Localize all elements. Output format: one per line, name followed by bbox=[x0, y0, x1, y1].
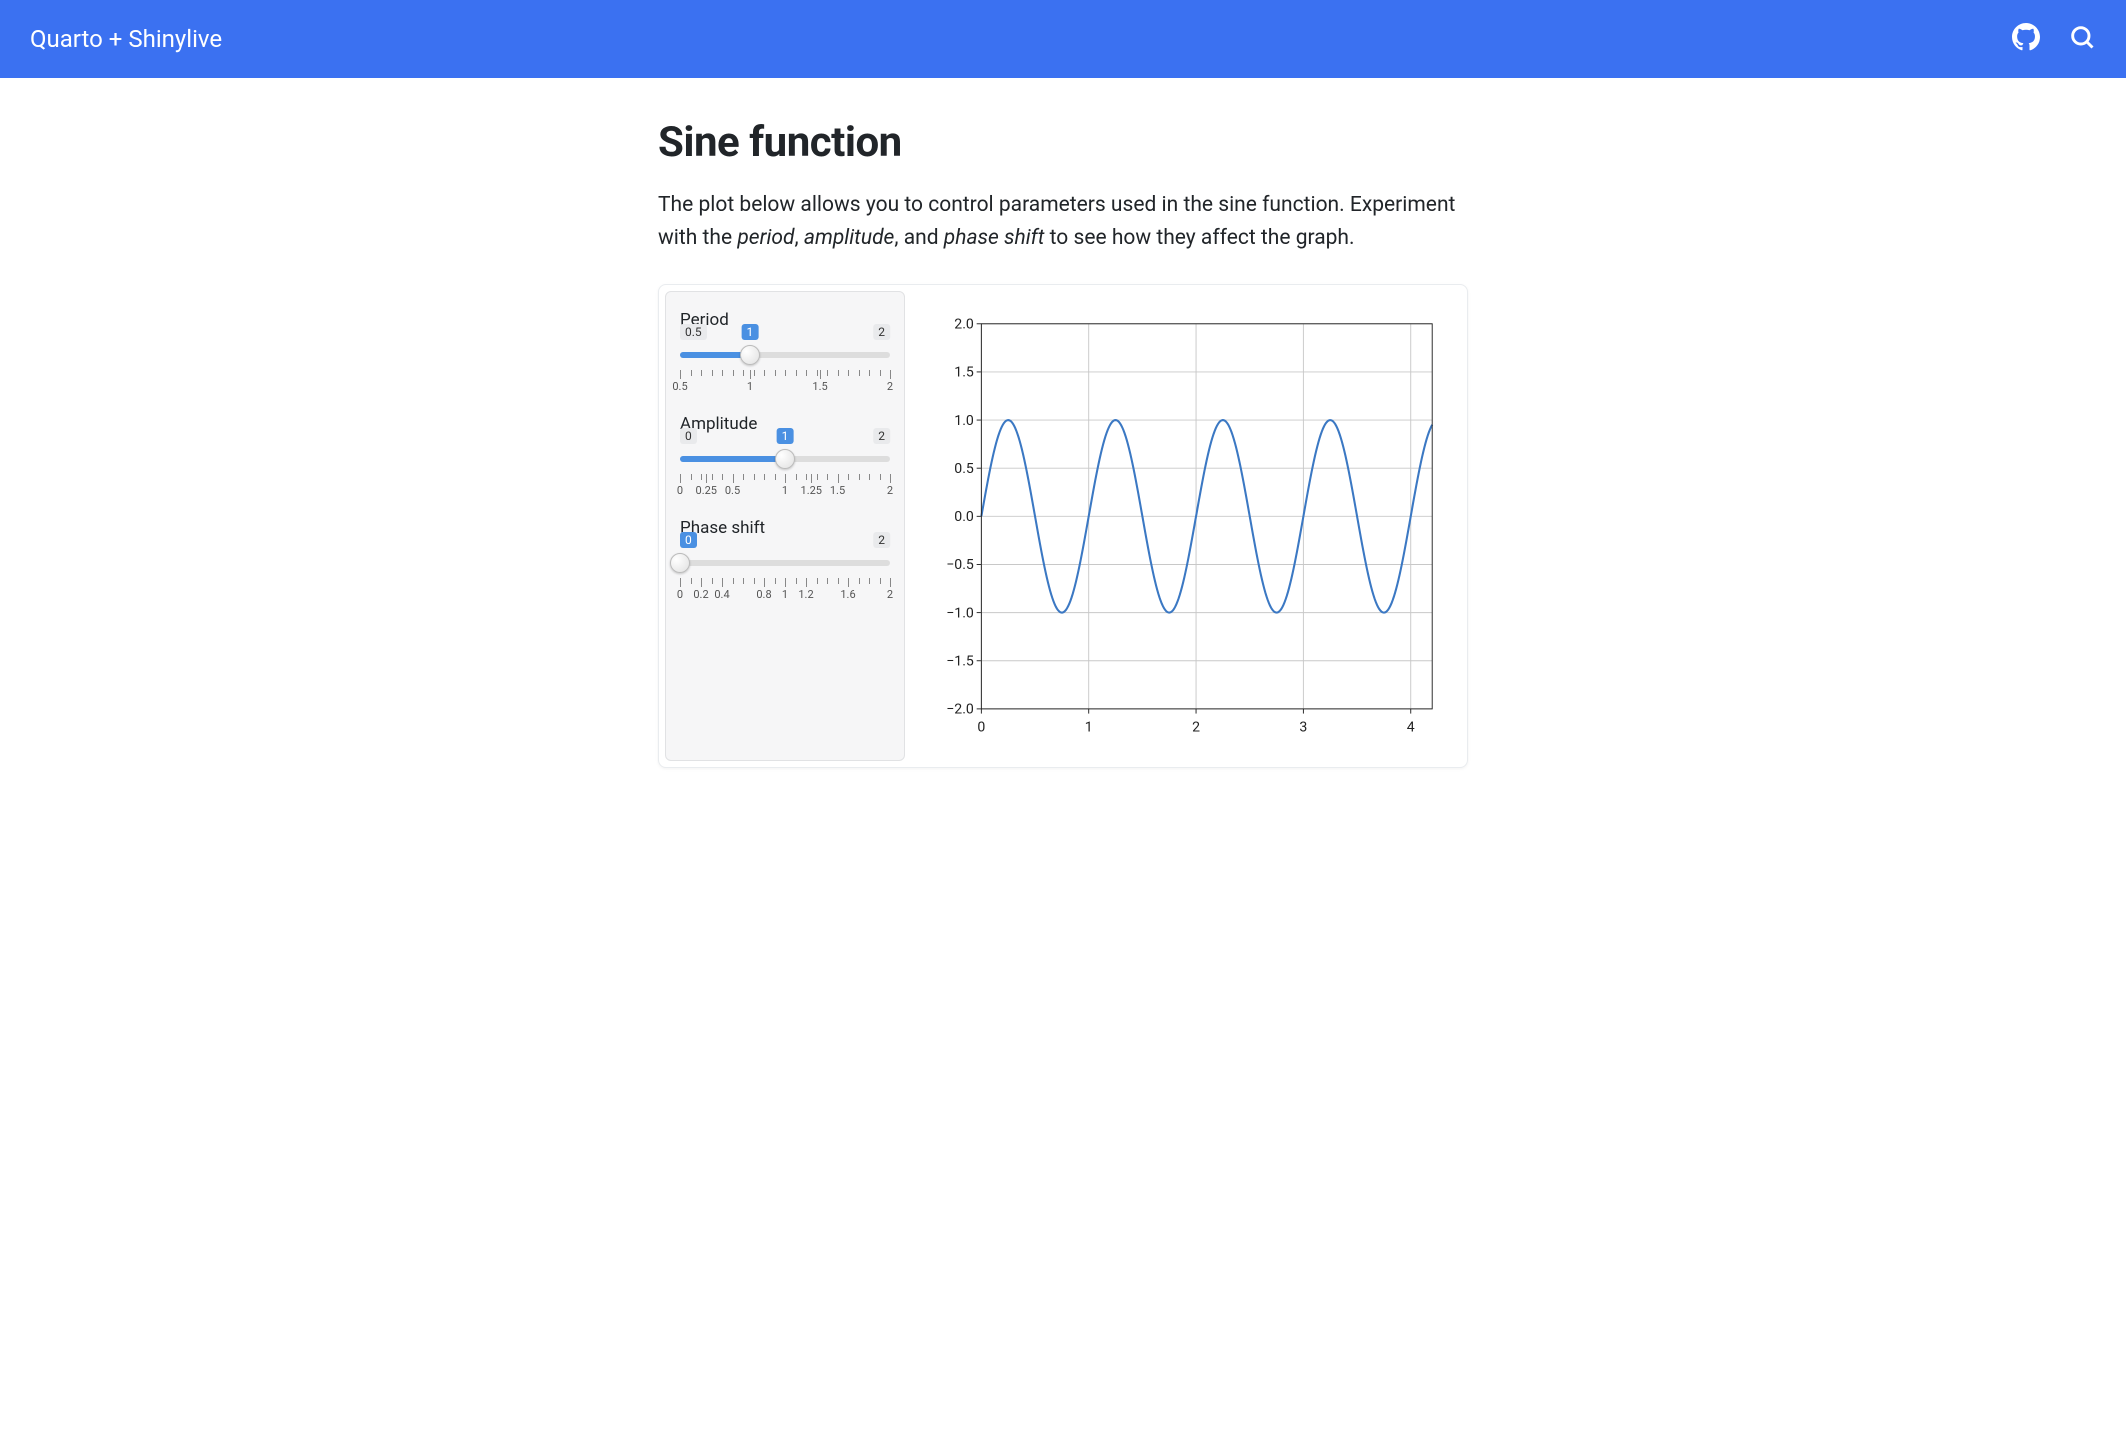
github-icon[interactable] bbox=[2012, 23, 2040, 55]
amplitude-thumb[interactable] bbox=[775, 449, 795, 469]
header-actions bbox=[2012, 23, 2096, 55]
page-description: The plot below allows you to control par… bbox=[658, 189, 1468, 254]
amplitude-min-badge: 0 bbox=[680, 428, 697, 444]
search-icon[interactable] bbox=[2068, 23, 2096, 55]
svg-text:0.0: 0.0 bbox=[954, 509, 974, 525]
period-thumb[interactable] bbox=[740, 345, 760, 365]
amplitude-slider-group: Amplitude 0 1 2 00.250.511.251.52 bbox=[680, 414, 890, 500]
phaseshift-slider[interactable]: 0 0 2 bbox=[680, 558, 890, 568]
svg-text:1: 1 bbox=[1085, 720, 1093, 736]
phaseshift-thumb[interactable] bbox=[670, 553, 690, 573]
svg-text:1.0: 1.0 bbox=[954, 413, 974, 429]
period-slider[interactable]: 0.5 1 2 bbox=[680, 350, 890, 360]
page-title: Sine function bbox=[658, 118, 1468, 167]
main-content: Sine function The plot below allows you … bbox=[638, 118, 1488, 768]
controls-sidebar: Period 0.5 1 2 0.511.52 Amplitude 0 1 2 bbox=[665, 291, 905, 760]
amplitude-slider[interactable]: 0 1 2 bbox=[680, 454, 890, 464]
period-value-badge: 1 bbox=[742, 324, 759, 340]
svg-text:−1.5: −1.5 bbox=[946, 654, 974, 670]
amplitude-ticks: 00.250.511.251.52 bbox=[680, 474, 890, 500]
svg-text:2: 2 bbox=[1192, 720, 1200, 736]
svg-text:0.5: 0.5 bbox=[954, 461, 974, 477]
svg-text:−1.0: −1.0 bbox=[946, 605, 974, 621]
phaseshift-label: Phase shift bbox=[680, 518, 890, 538]
period-label: Period bbox=[680, 310, 890, 330]
app-title: Quarto + Shinylive bbox=[30, 25, 222, 53]
amplitude-max-badge: 2 bbox=[873, 428, 890, 444]
phaseshift-slider-group: Phase shift 0 0 2 00.20.40.811.21.62 bbox=[680, 518, 890, 604]
svg-text:0: 0 bbox=[977, 720, 985, 736]
svg-text:−2.0: −2.0 bbox=[946, 702, 974, 718]
svg-text:−0.5: −0.5 bbox=[946, 557, 974, 573]
phaseshift-ticks: 00.20.40.811.21.62 bbox=[680, 578, 890, 604]
app-header: Quarto + Shinylive bbox=[0, 0, 2126, 78]
period-min-badge: 0.5 bbox=[680, 324, 707, 340]
svg-text:3: 3 bbox=[1299, 720, 1307, 736]
period-slider-group: Period 0.5 1 2 0.511.52 bbox=[680, 310, 890, 396]
plot-area: −2.0 −1.5 −1.0 −0.5 0.0 0.5 1.0 1.5 2.0 0 1 2 3 4 bbox=[925, 291, 1461, 760]
period-ticks: 0.511.52 bbox=[680, 370, 890, 396]
sine-plot: −2.0 −1.5 −1.0 −0.5 0.0 0.5 1.0 1.5 2.0 0 1 2 3 4 bbox=[925, 305, 1451, 746]
phaseshift-max-badge: 2 bbox=[873, 532, 890, 548]
amplitude-value-badge: 1 bbox=[777, 428, 794, 444]
shiny-app-card: Period 0.5 1 2 0.511.52 Amplitude 0 1 2 bbox=[658, 284, 1468, 767]
svg-text:4: 4 bbox=[1407, 720, 1415, 736]
phaseshift-value-badge: 0 bbox=[680, 532, 697, 548]
svg-text:1.5: 1.5 bbox=[954, 365, 974, 381]
period-max-badge: 2 bbox=[873, 324, 890, 340]
svg-text:2.0: 2.0 bbox=[954, 317, 974, 333]
